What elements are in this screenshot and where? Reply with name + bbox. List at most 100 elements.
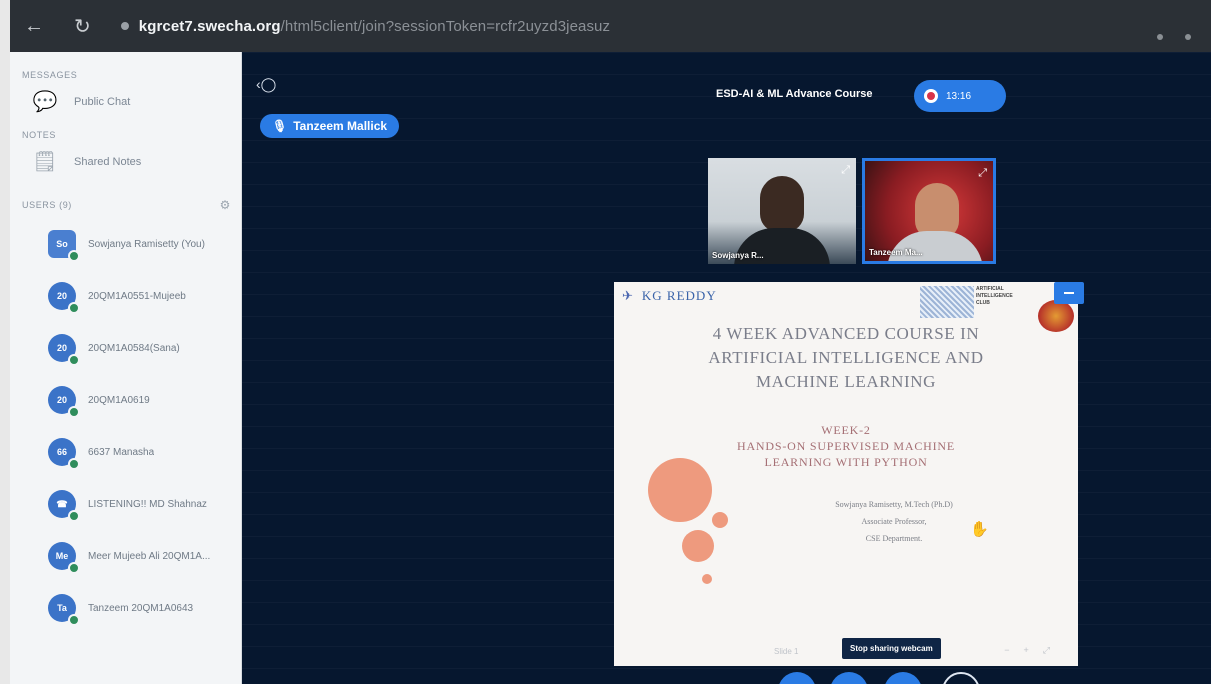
notes-title: NOTES [22, 130, 57, 140]
avatar: 20 [48, 386, 80, 418]
avatar: ☎ [48, 490, 80, 522]
avatar: So [48, 230, 80, 262]
slide-topic-line: HANDS-ON SUPERVISED MACHINE [737, 439, 955, 453]
user-list: So Sowjanya Ramisetty (You) 20 20QM1A0551-M… [10, 218, 241, 634]
public-chat-item[interactable]: 💬 Public Chat [10, 80, 241, 124]
messages-title: MESSAGES [22, 70, 78, 80]
status-dot [68, 562, 80, 574]
webcam-tile[interactable]: ⤢ Sowjanya R... [708, 158, 856, 264]
stop-sharing-webcam-tooltip: Stop sharing webcam [842, 638, 941, 659]
user-list-item[interactable]: 20 20QM1A0551-Mujeeb [10, 270, 241, 322]
user-name: LISTENING!! MD Shahnaz [88, 498, 207, 510]
notes-icon: 🗒 [32, 151, 58, 173]
meeting-title: ESD-AI & ML Advance Course [716, 88, 873, 100]
user-name: 20QM1A0619 [88, 394, 150, 406]
address-bar[interactable]: kgrcet7.swecha.org/html5client/join?sess… [139, 18, 610, 35]
user-list-item[interactable]: So Sowjanya Ramisetty (You) [10, 218, 241, 270]
site-info-icon[interactable] [120, 22, 129, 30]
url-path: /html5client/join?sessionToken=rcfr2uyzd… [280, 17, 611, 35]
avatar-initials: Ta [57, 603, 67, 613]
audio-button[interactable] [830, 672, 868, 684]
club-name: ARTIFICIAL INTELLIGENCE CLUB [976, 286, 1013, 306]
webcam-name: Tanzeem Ma... [869, 248, 923, 257]
slide-title: 4 WEEK ADVANCED COURSE IN ARTIFICIAL INT… [614, 322, 1078, 394]
slide-title-line: ARTIFICIAL INTELLIGENCE AND [708, 348, 984, 367]
avatar: Ta [48, 594, 80, 626]
status-dot [68, 510, 80, 522]
shared-notes-item[interactable]: 🗒 Shared Notes [10, 140, 241, 184]
user-list-item[interactable]: Ta Tanzeem 20QM1A0643 [10, 582, 241, 634]
user-sidebar: MESSAGES 💬 Public Chat NOTES 🗒 Shared No… [10, 52, 242, 684]
avatar: 20 [48, 334, 80, 366]
club-logo [920, 286, 974, 318]
extension-icon[interactable] [1157, 34, 1163, 40]
slide-presenter-info: Sowjanya Ramisetty, M.Tech (Ph.D) Associ… [744, 496, 1044, 547]
decorative-circle [682, 530, 714, 562]
browser-actions [1157, 34, 1191, 40]
status-dot [68, 250, 80, 262]
talking-indicator[interactable]: 🎙 Tanzeem Mallick [260, 114, 400, 138]
presenter-department: CSE Department. [865, 534, 923, 543]
decorative-circle [712, 512, 728, 528]
slide-zoom-controls[interactable]: −+⤢ [1004, 645, 1064, 656]
user-name: 20QM1A0584(Sana) [88, 342, 180, 354]
talker-name: Tanzeem Mallick [293, 119, 388, 133]
recording-timer: 13:16 [946, 90, 972, 102]
avatar-initials: 20 [56, 395, 67, 405]
menu-icon[interactable] [1185, 34, 1191, 40]
gear-icon[interactable]: ⚙ [220, 198, 231, 212]
avatar-initials: 66 [56, 447, 67, 457]
user-name: Tanzeem 20QM1A0643 [88, 602, 194, 614]
presenter-designation: Associate Professor, [861, 517, 927, 526]
fullscreen-icon[interactable]: ⤢ [978, 167, 987, 180]
avatar-initials: Me [55, 551, 69, 561]
user-list-item[interactable]: 66 6637 Manasha [10, 426, 241, 478]
college-logo: KG REDDY [622, 288, 717, 304]
back-arrow-icon[interactable]: ← [24, 15, 44, 38]
minimize-presentation-button[interactable] [1054, 282, 1084, 304]
decorative-circle [702, 574, 712, 584]
slide-title-line: MACHINE LEARNING [755, 372, 937, 391]
avatar-initials: 20 [56, 291, 67, 301]
avatar: 20 [48, 282, 80, 314]
presentation-slide[interactable]: KG REDDY ARTIFICIAL INTELLIGENCE CLUB 4 … [614, 282, 1084, 666]
fullscreen-icon[interactable]: ⤢ [841, 164, 850, 177]
user-list-toggle-icon[interactable]: ‹◯ [256, 76, 276, 93]
user-name: 20QM1A0551-Mujeeb [88, 290, 186, 302]
status-dot [68, 302, 80, 314]
status-dot [68, 614, 80, 626]
user-list-item[interactable]: 20 20QM1A0619 [10, 374, 241, 426]
phone-icon: ☎ [56, 498, 68, 509]
recording-button[interactable]: 13:16 [914, 80, 1006, 112]
user-name: Sowjanya Ramisetty (You) [88, 238, 205, 250]
user-name: Meer Mujeeb Ali 20QM1A... [88, 550, 211, 562]
webcam-tile-active[interactable]: ⤢ Tanzeem Ma... [862, 158, 996, 264]
status-dot [68, 406, 80, 418]
slide-navigation[interactable]: Slide 1 [774, 647, 798, 656]
avatar: 66 [48, 438, 80, 470]
microphone-button[interactable] [778, 672, 816, 684]
user-list-item[interactable]: ☎ LISTENING!! MD Shahnaz [10, 478, 241, 530]
slide-week: WEEK-2 [821, 423, 871, 437]
webcam-button[interactable] [884, 672, 922, 684]
reload-icon[interactable]: ↻ [74, 14, 91, 39]
status-dot [68, 354, 80, 366]
chat-icon: 💬 [32, 91, 58, 113]
user-name: 6637 Manasha [88, 446, 155, 458]
user-list-item[interactable]: 20 20QM1A0584(Sana) [10, 322, 241, 374]
users-header: USERS (9) ⚙ [10, 184, 241, 218]
browser-toolbar: ← ↻ kgrcet7.swecha.org/html5client/join?… [10, 0, 1211, 52]
public-chat-label: Public Chat [74, 96, 131, 108]
avatar-initials: So [56, 239, 68, 249]
record-icon [924, 89, 938, 103]
users-title: USERS (9) [22, 200, 72, 210]
participant-face [760, 176, 804, 232]
presenter-name: Sowjanya Ramisetty, M.Tech (Ph.D) [835, 500, 953, 509]
status-dot [68, 458, 80, 470]
decorative-circle [648, 458, 712, 522]
avatar-initials: 20 [56, 343, 67, 353]
user-list-item[interactable]: Me Meer Mujeeb Ali 20QM1A... [10, 530, 241, 582]
screen-share-button[interactable] [942, 672, 980, 684]
slide-title-line: 4 WEEK ADVANCED COURSE IN [712, 324, 980, 343]
pointer-hand-icon: ✋ [970, 521, 989, 538]
